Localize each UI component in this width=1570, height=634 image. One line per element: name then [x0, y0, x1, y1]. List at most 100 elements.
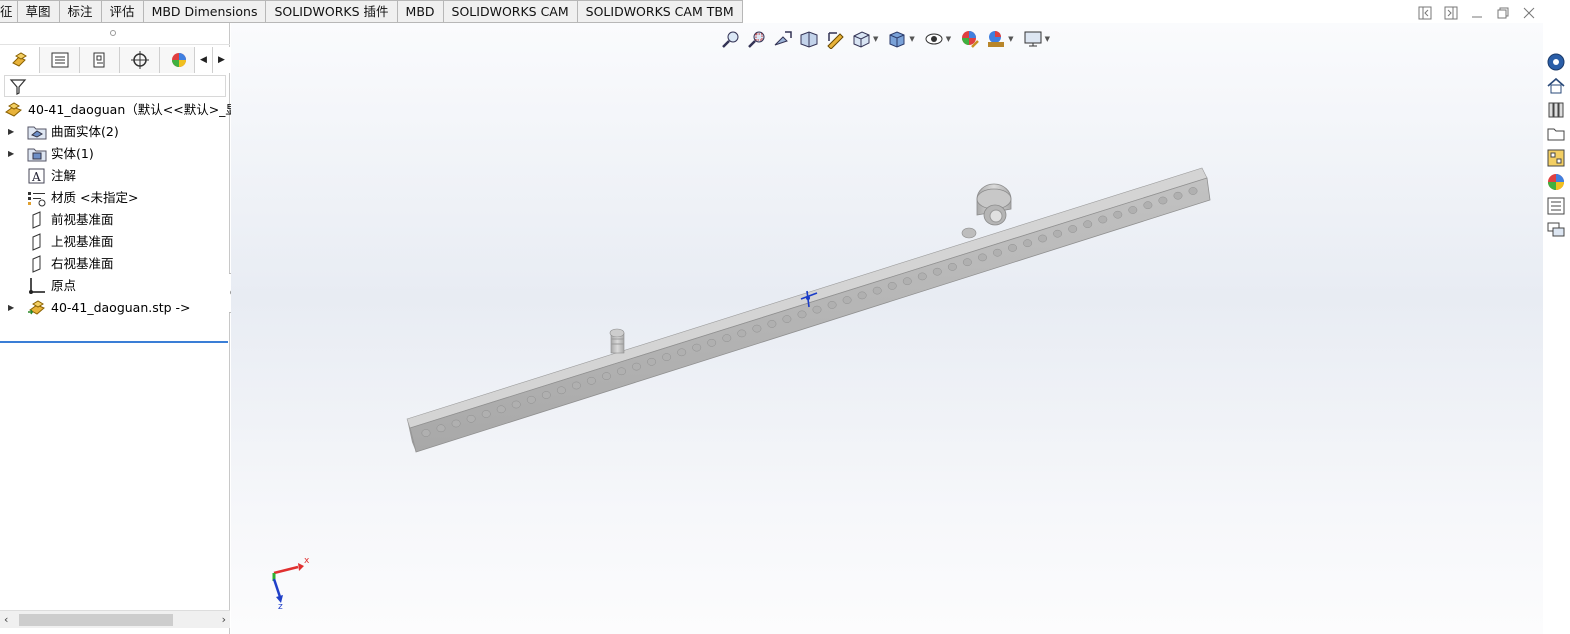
- propertymanager-icon[interactable]: [40, 47, 80, 73]
- tab-solidworks-addins[interactable]: SOLIDWORKS 插件: [266, 0, 398, 23]
- expand-arrow-icon[interactable]: ▶: [8, 121, 18, 143]
- scroll-thumb[interactable]: [19, 614, 173, 626]
- bar-hole: [556, 386, 566, 395]
- bar-hole: [993, 248, 1002, 257]
- bar-hole: [1083, 220, 1093, 229]
- bar-hole: [647, 357, 657, 366]
- bar-hole: [662, 353, 672, 361]
- bar-hole: [917, 272, 927, 281]
- tree-item-label: 前视基准面: [51, 212, 114, 227]
- zoom-to-fit-icon[interactable]: [720, 28, 742, 50]
- tree-filter[interactable]: [4, 75, 226, 97]
- annotations-icon: A: [27, 167, 47, 185]
- tab-markup[interactable]: 标注: [59, 0, 102, 23]
- triad-z-label: z: [278, 602, 283, 612]
- tree-item-surface-bodies[interactable]: ▶ 曲面实体(2): [0, 121, 230, 143]
- close-icon[interactable]: [1520, 4, 1538, 22]
- tree-item-material[interactable]: 材质 <未指定>: [0, 187, 230, 209]
- dropdown-arrow-icon[interactable]: ▼: [946, 35, 951, 43]
- graphics-viewport[interactable]: ▼ ▼ ▼ ▼ ▼ x z: [231, 23, 1543, 634]
- home-icon[interactable]: [1544, 75, 1568, 97]
- bar-hole: [752, 324, 762, 333]
- dropdown-arrow-icon[interactable]: ▼: [1045, 35, 1050, 43]
- custom-properties-icon[interactable]: [1544, 195, 1568, 217]
- minimize-icon[interactable]: [1468, 4, 1486, 22]
- design-library-icon[interactable]: [1544, 99, 1568, 121]
- tree-item-origin[interactable]: 原点: [0, 275, 230, 297]
- dropdown-arrow-icon[interactable]: ▼: [873, 35, 878, 43]
- dimxpert-icon[interactable]: [120, 47, 160, 73]
- tree-item-imported-feature[interactable]: ▶ 40-41_daoguan.stp ->: [0, 297, 230, 319]
- pane-left-icon[interactable]: [1416, 4, 1434, 22]
- tree-root-part[interactable]: 40-41_daoguan（默认<<默认>_显示: [0, 99, 250, 121]
- bar-hole: [496, 405, 506, 414]
- view-orientation-icon[interactable]: [850, 28, 872, 50]
- tree-item-label: 材质 <未指定>: [51, 190, 139, 205]
- view-settings-icon[interactable]: [1022, 28, 1044, 50]
- bar-hole: [962, 258, 972, 267]
- tree-item-front-plane[interactable]: 前视基准面: [0, 209, 230, 231]
- bar-hole: [617, 367, 626, 376]
- dropdown-arrow-icon[interactable]: ▼: [909, 35, 914, 43]
- bar-hole: [812, 305, 822, 314]
- pane-right-icon[interactable]: [1442, 4, 1460, 22]
- panel-grip[interactable]: [0, 23, 230, 45]
- small-boss: [609, 328, 625, 354]
- tree-item-solid-bodies[interactable]: ▶ 实体(1): [0, 143, 230, 165]
- bar-hole: [1068, 225, 1078, 233]
- section-view-icon[interactable]: [798, 28, 820, 50]
- scroll-right-icon[interactable]: ›: [222, 613, 226, 626]
- filter-icon: [9, 79, 27, 95]
- bar-hole: [436, 424, 446, 433]
- panel-tabs: ◀ ▶: [0, 47, 230, 73]
- bar-hole: [526, 395, 536, 404]
- display-style-icon[interactable]: [886, 28, 908, 50]
- dynamic-annotation-icon[interactable]: [824, 28, 846, 50]
- tabs-scroll-right-icon[interactable]: ▶: [212, 47, 230, 73]
- tab-solidworks-cam[interactable]: SOLIDWORKS CAM: [443, 0, 578, 23]
- tree-item-right-plane[interactable]: 右视基准面: [0, 253, 230, 275]
- imported-feature-icon: [27, 299, 47, 317]
- tab-features[interactable]: 征: [0, 0, 18, 23]
- scroll-left-icon[interactable]: ‹: [4, 613, 8, 626]
- expand-arrow-icon[interactable]: ▶: [8, 143, 18, 165]
- forum-icon[interactable]: [1544, 219, 1568, 241]
- appearance-icon[interactable]: [160, 47, 194, 73]
- tab-mbd-dimensions[interactable]: MBD Dimensions: [143, 0, 267, 23]
- bar-hole: [767, 320, 777, 328]
- rollback-bar[interactable]: [0, 341, 228, 343]
- horizontal-scrollbar[interactable]: ‹ ›: [0, 610, 230, 628]
- tree-item-label: 实体(1): [51, 146, 94, 161]
- file-explorer-icon[interactable]: [1544, 123, 1568, 145]
- apply-scene-icon[interactable]: [985, 28, 1007, 50]
- bar-hole: [692, 343, 702, 352]
- bar-hole: [466, 414, 476, 423]
- svg-text:A: A: [31, 170, 41, 184]
- command-manager-tabbar: 征 草图 标注 评估 MBD Dimensions SOLIDWORKS 插件 …: [0, 0, 1570, 23]
- tabs-scroll-left-icon[interactable]: ◀: [194, 47, 212, 73]
- tab-evaluate[interactable]: 评估: [101, 0, 144, 23]
- configurationmanager-icon[interactable]: [80, 47, 120, 73]
- zoom-to-area-icon[interactable]: [746, 28, 768, 50]
- tab-mbd[interactable]: MBD: [397, 0, 444, 23]
- bar-hole: [541, 391, 551, 399]
- dropdown-arrow-icon[interactable]: ▼: [1008, 35, 1013, 43]
- tab-sketch[interactable]: 草图: [17, 0, 60, 23]
- view-palette-icon[interactable]: [1544, 147, 1568, 169]
- previous-view-icon[interactable]: [772, 28, 794, 50]
- expand-arrow-icon[interactable]: ▶: [8, 297, 18, 319]
- edit-appearance-icon[interactable]: [959, 28, 981, 50]
- part-model[interactable]: [231, 23, 1543, 634]
- appearances-icon[interactable]: [1544, 171, 1568, 193]
- featuremanager-icon[interactable]: [0, 47, 40, 73]
- restore-icon[interactable]: [1494, 4, 1512, 22]
- solidworks-resources-icon[interactable]: [1544, 51, 1568, 73]
- bar-hole: [932, 267, 942, 276]
- bar-hole: [902, 277, 912, 286]
- tree-item-top-plane[interactable]: 上视基准面: [0, 231, 230, 253]
- bar-hole: [827, 301, 837, 309]
- bar-hole: [1098, 215, 1108, 224]
- tree-item-annotations[interactable]: A 注解: [0, 165, 230, 187]
- tab-solidworks-cam-tbm[interactable]: SOLIDWORKS CAM TBM: [577, 0, 743, 23]
- hide-show-icon[interactable]: [923, 28, 945, 50]
